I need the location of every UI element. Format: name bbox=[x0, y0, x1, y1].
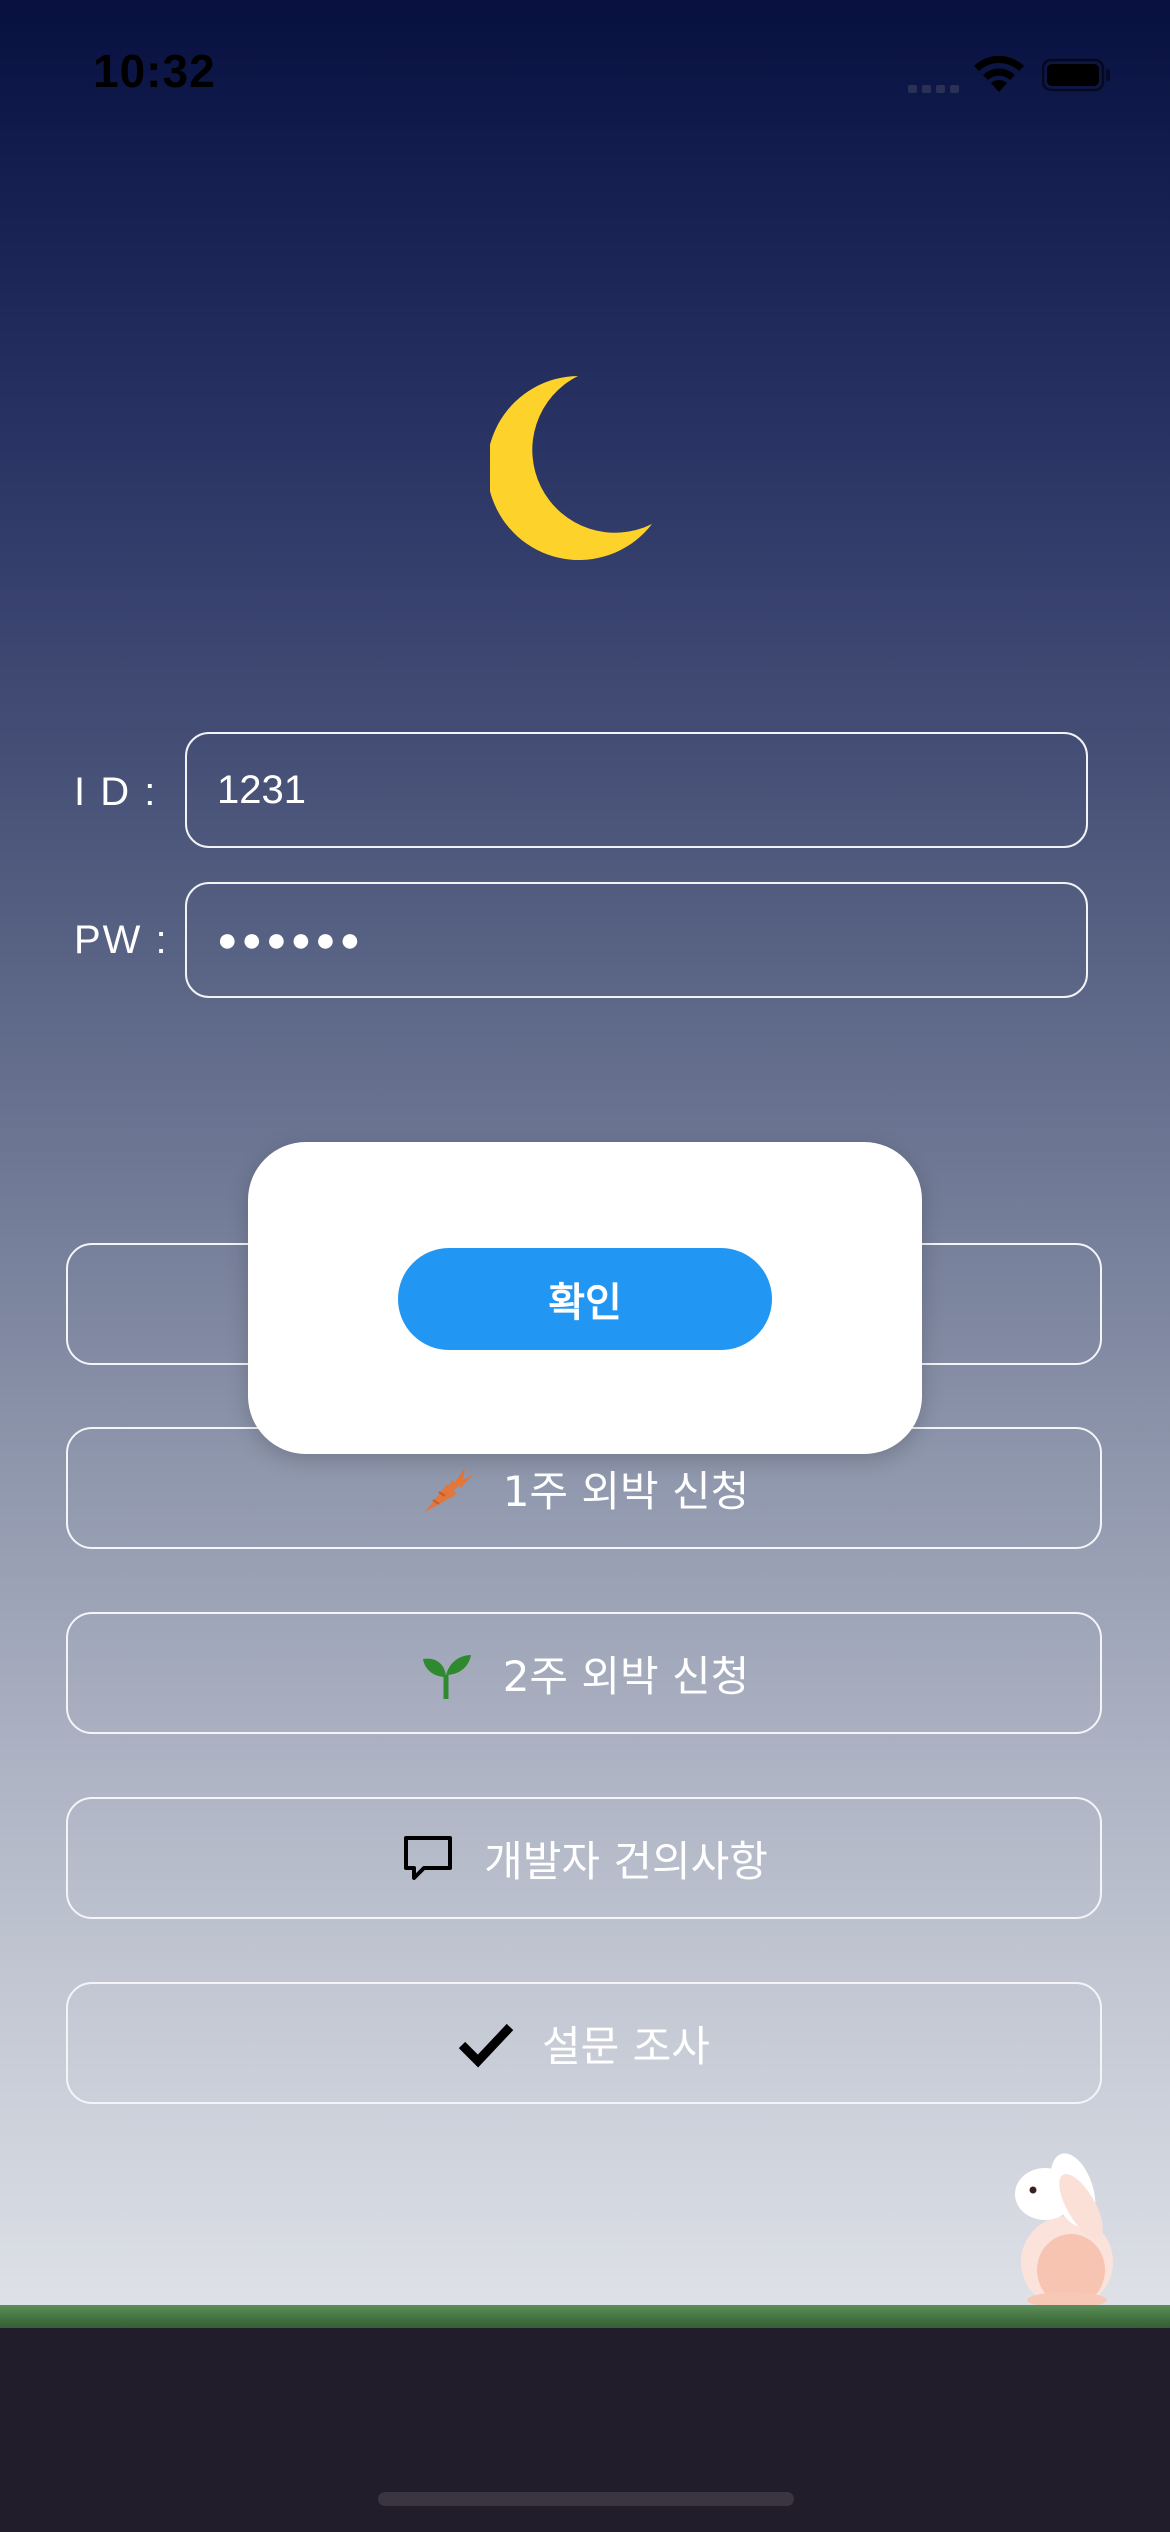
checkmark-icon bbox=[458, 2023, 514, 2068]
rabbit-illustration bbox=[1015, 2153, 1113, 2308]
home-indicator bbox=[378, 2492, 794, 2506]
chat-bubble-icon bbox=[404, 1836, 453, 1880]
password-label: PW : bbox=[74, 918, 169, 962]
login-screen: 10:32 I D : 1231 PW : ●●●●●● 1주 외박 신청 2주… bbox=[0, 0, 1170, 2532]
carrot-icon bbox=[424, 1468, 473, 1512]
confirm-button[interactable]: 확인 bbox=[398, 1248, 772, 1350]
survey-label: 설문 조사 bbox=[542, 2021, 710, 2071]
wifi-icon bbox=[974, 55, 1024, 92]
weekly-overnight-label: 1주 외박 신청 bbox=[502, 1466, 750, 1516]
biweekly-overnight-label: 2주 외박 신청 bbox=[502, 1651, 750, 1701]
sprout-icon bbox=[422, 1655, 471, 1699]
id-input-value: 1231 bbox=[217, 767, 306, 812]
confirm-dialog: 확인 bbox=[248, 1142, 922, 1454]
password-input-value: ●●●●●● bbox=[217, 920, 365, 959]
status-time: 10:32 bbox=[93, 45, 216, 97]
battery-icon bbox=[1042, 58, 1110, 92]
survey-button[interactable]: 설문 조사 bbox=[66, 1982, 1102, 2104]
id-input[interactable]: 1231 bbox=[185, 732, 1088, 848]
developer-suggestions-button[interactable]: 개발자 건의사항 bbox=[66, 1797, 1102, 1919]
moon-icon bbox=[490, 376, 652, 560]
cellular-signal-icon bbox=[908, 83, 960, 93]
biweekly-overnight-button[interactable]: 2주 외박 신청 bbox=[66, 1612, 1102, 1734]
id-label: I D : bbox=[74, 770, 158, 814]
password-input[interactable]: ●●●●●● bbox=[185, 882, 1088, 998]
developer-suggestions-label: 개발자 건의사항 bbox=[484, 1836, 768, 1886]
